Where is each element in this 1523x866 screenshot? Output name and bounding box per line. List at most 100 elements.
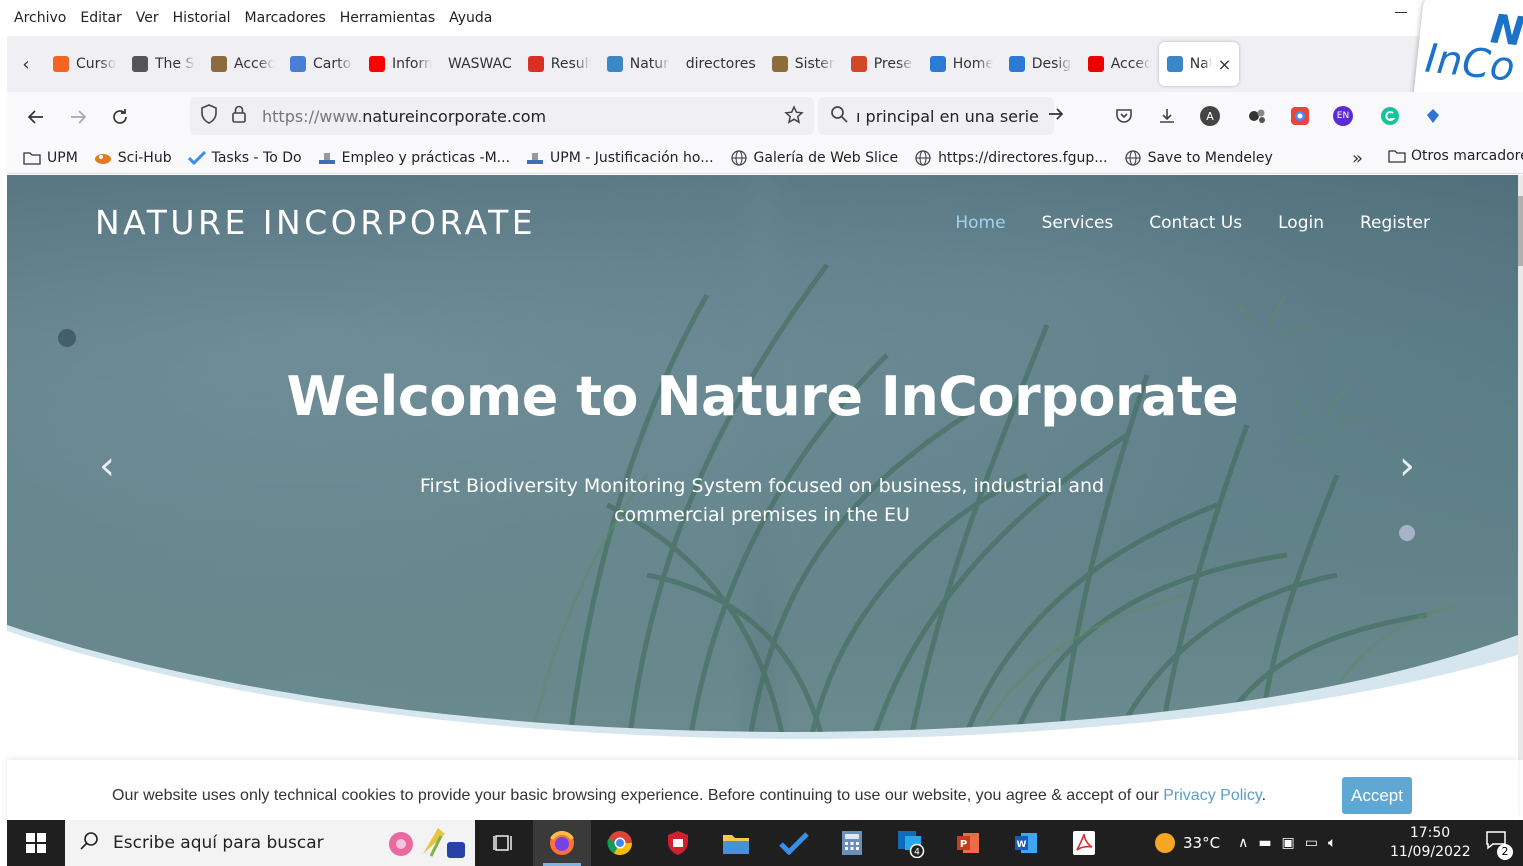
back-button[interactable] — [15, 96, 57, 138]
nav-register[interactable]: Register — [1360, 213, 1430, 233]
tab-3[interactable]: Carto — [282, 44, 361, 84]
bookmark-3[interactable]: Empleo y prácticas -M... — [318, 150, 510, 166]
logo-line-2: InCo — [1422, 35, 1517, 91]
bookmark-1[interactable]: Sci-Hub — [94, 150, 172, 166]
downloads-icon[interactable] — [1153, 102, 1181, 130]
url-text[interactable]: https://www.natureincorporate.com — [262, 107, 546, 126]
nav-services[interactable]: Services — [1042, 213, 1114, 233]
account-a-icon[interactable]: A — [1200, 106, 1220, 126]
taskbar-chrome[interactable] — [591, 820, 649, 866]
grammarly-icon[interactable] — [1376, 102, 1404, 130]
reload-icon — [113, 109, 127, 124]
forward-button[interactable] — [57, 96, 99, 138]
tab-13[interactable]: Acced — [1080, 44, 1159, 84]
chevron-up-icon[interactable]: ∧ — [1238, 835, 1248, 851]
upm-icon — [318, 150, 336, 166]
nav-login[interactable]: Login — [1278, 213, 1324, 233]
display-icon[interactable]: ▭ — [1305, 835, 1318, 851]
tab-2[interactable]: Acced — [203, 44, 282, 84]
nav-home[interactable]: Home — [955, 213, 1005, 233]
bookmark-6[interactable]: https://directores.fgup... — [914, 150, 1108, 166]
language-en-icon[interactable]: EN — [1333, 106, 1353, 126]
globe-icon — [1124, 149, 1142, 166]
search-highlight-flowers-icon — [389, 828, 465, 858]
bookmark-7[interactable]: Save to Mendeley — [1124, 150, 1273, 166]
tab-7[interactable]: Natur — [599, 44, 678, 84]
extension-gem-icon[interactable] — [1419, 102, 1447, 130]
address-bar[interactable]: https://www.natureincorporate.com — [190, 97, 814, 135]
tab-4[interactable]: Inform — [361, 44, 440, 84]
menu-ver[interactable]: Ver — [136, 10, 159, 26]
task-view-button[interactable] — [475, 820, 533, 866]
carousel-next-chevron-icon[interactable]: › — [1399, 443, 1415, 489]
screen: Archivo Editar Ver Historial Marcadores … — [0, 0, 1523, 866]
minimize-button[interactable] — [1395, 12, 1407, 13]
bookmark-0[interactable]: UPM — [23, 150, 78, 166]
tab-14[interactable]: Nat × — [1158, 42, 1240, 86]
bookmark-2[interactable]: Tasks - To Do — [187, 150, 302, 166]
menu-ayuda[interactable]: Ayuda — [449, 10, 492, 26]
bookmark-label: Sci-Hub — [117, 149, 172, 166]
menu-archivo[interactable]: Archivo — [14, 10, 66, 26]
powerpoint-icon — [850, 56, 867, 72]
tab-scroll-left-button[interactable]: ‹ — [7, 36, 45, 92]
battery-icon[interactable]: ▬ — [1258, 835, 1271, 851]
volume-icon[interactable]: 🔈︎ — [1328, 835, 1336, 851]
bookmark-star-icon[interactable] — [784, 105, 804, 130]
tab-12[interactable]: Desig — [1001, 44, 1080, 84]
menu-historial[interactable]: Historial — [173, 10, 231, 26]
extension-bubbles-icon[interactable] — [1243, 102, 1271, 130]
tabs-list: Curso The St Acced Carto Inform WASWAC Result N… — [45, 42, 1240, 86]
taskbar-outlook[interactable]: 4 — [881, 820, 939, 866]
menu-marcadores[interactable]: Marcadores — [245, 10, 326, 26]
menu-editar[interactable]: Editar — [80, 10, 121, 26]
start-button[interactable] — [7, 820, 65, 866]
taskbar-search-placeholder[interactable]: Escribe aquí para buscar — [113, 833, 324, 853]
tab-1[interactable]: The St — [124, 44, 203, 84]
tab-0[interactable]: Curso — [45, 44, 124, 84]
menu-herramientas[interactable]: Herramientas — [340, 10, 435, 26]
todo-check-icon — [779, 832, 809, 855]
other-bookmarks[interactable]: Otros marcadores — [1388, 148, 1523, 164]
page-scrollbar-thumb[interactable] — [1518, 196, 1523, 266]
taskbar-todo[interactable] — [765, 820, 823, 866]
nav-contact-us[interactable]: Contact Us — [1149, 213, 1242, 233]
network-icon[interactable]: ▣ — [1282, 835, 1295, 851]
tab-label: Natur — [629, 56, 669, 72]
clock[interactable]: 17:50 11/09/2022 — [1390, 824, 1471, 862]
taskbar-calculator[interactable] — [823, 820, 881, 866]
carousel-prev-chevron-icon[interactable]: ‹ — [99, 443, 115, 489]
bookmark-5[interactable]: Galería de Web Slice — [730, 149, 898, 166]
color-picker-extension-icon[interactable] — [1286, 102, 1314, 130]
taskbar-firefox[interactable] — [533, 820, 591, 866]
reload-button[interactable] — [99, 96, 141, 138]
taskbar-powerpoint[interactable]: P — [939, 820, 997, 866]
bookmark-4[interactable]: UPM - Justificación ho... — [526, 150, 714, 166]
word-icon: W — [1015, 833, 1037, 853]
tab-5[interactable]: WASWAC — [440, 44, 520, 84]
pocket-icon[interactable] — [1110, 102, 1138, 130]
notifications-button[interactable]: 2 — [1485, 830, 1513, 860]
tab-6[interactable]: Result — [520, 44, 599, 84]
search-bar[interactable]: ı principal en una serie — [818, 97, 1064, 135]
taskbar-word[interactable]: W — [997, 820, 1055, 866]
weather-widget[interactable]: 33°C — [1155, 833, 1220, 853]
lock-icon[interactable] — [232, 105, 248, 127]
accept-cookies-button[interactable]: Accept — [1342, 777, 1412, 814]
bookmarks-overflow-chevron-icon[interactable]: » — [1352, 148, 1363, 169]
tracking-protection-shield-icon[interactable] — [200, 103, 220, 129]
tab-11[interactable]: Home — [922, 44, 1001, 84]
globe-icon — [730, 149, 748, 166]
tab-8[interactable]: directores — [678, 44, 764, 84]
taskbar-security-app[interactable] — [649, 820, 707, 866]
search-input[interactable]: ı principal en una serie — [856, 107, 1039, 126]
site-brand[interactable]: NATURE INCORPORATE — [95, 203, 536, 242]
tab-9[interactable]: Sisten — [764, 44, 843, 84]
search-go-arrow-icon[interactable] — [1047, 105, 1065, 128]
taskbar-file-explorer[interactable] — [707, 820, 765, 866]
privacy-policy-link[interactable]: Privacy Policy — [1163, 787, 1261, 804]
tab-10[interactable]: Preser — [843, 44, 922, 84]
close-tab-icon[interactable]: × — [1218, 55, 1231, 74]
taskbar-acrobat[interactable] — [1055, 820, 1113, 866]
taskbar-search[interactable]: Escribe aquí para buscar — [65, 820, 475, 866]
